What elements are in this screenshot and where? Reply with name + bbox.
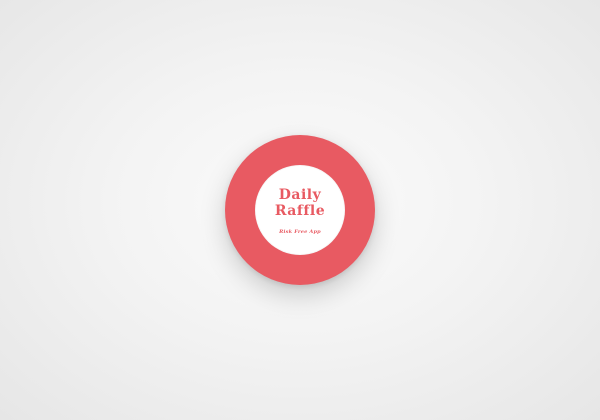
logo-title-line-2: Raffle [274,203,326,219]
app-logo-badge: Daily Raffle Risk Free App [225,135,375,285]
logo-title: Daily Raffle [255,187,345,219]
logo-inner-circle: Daily Raffle Risk Free App [255,165,345,255]
logo-title-line-1: Daily [278,187,322,203]
logo-tagline: Risk Free App [279,229,321,235]
